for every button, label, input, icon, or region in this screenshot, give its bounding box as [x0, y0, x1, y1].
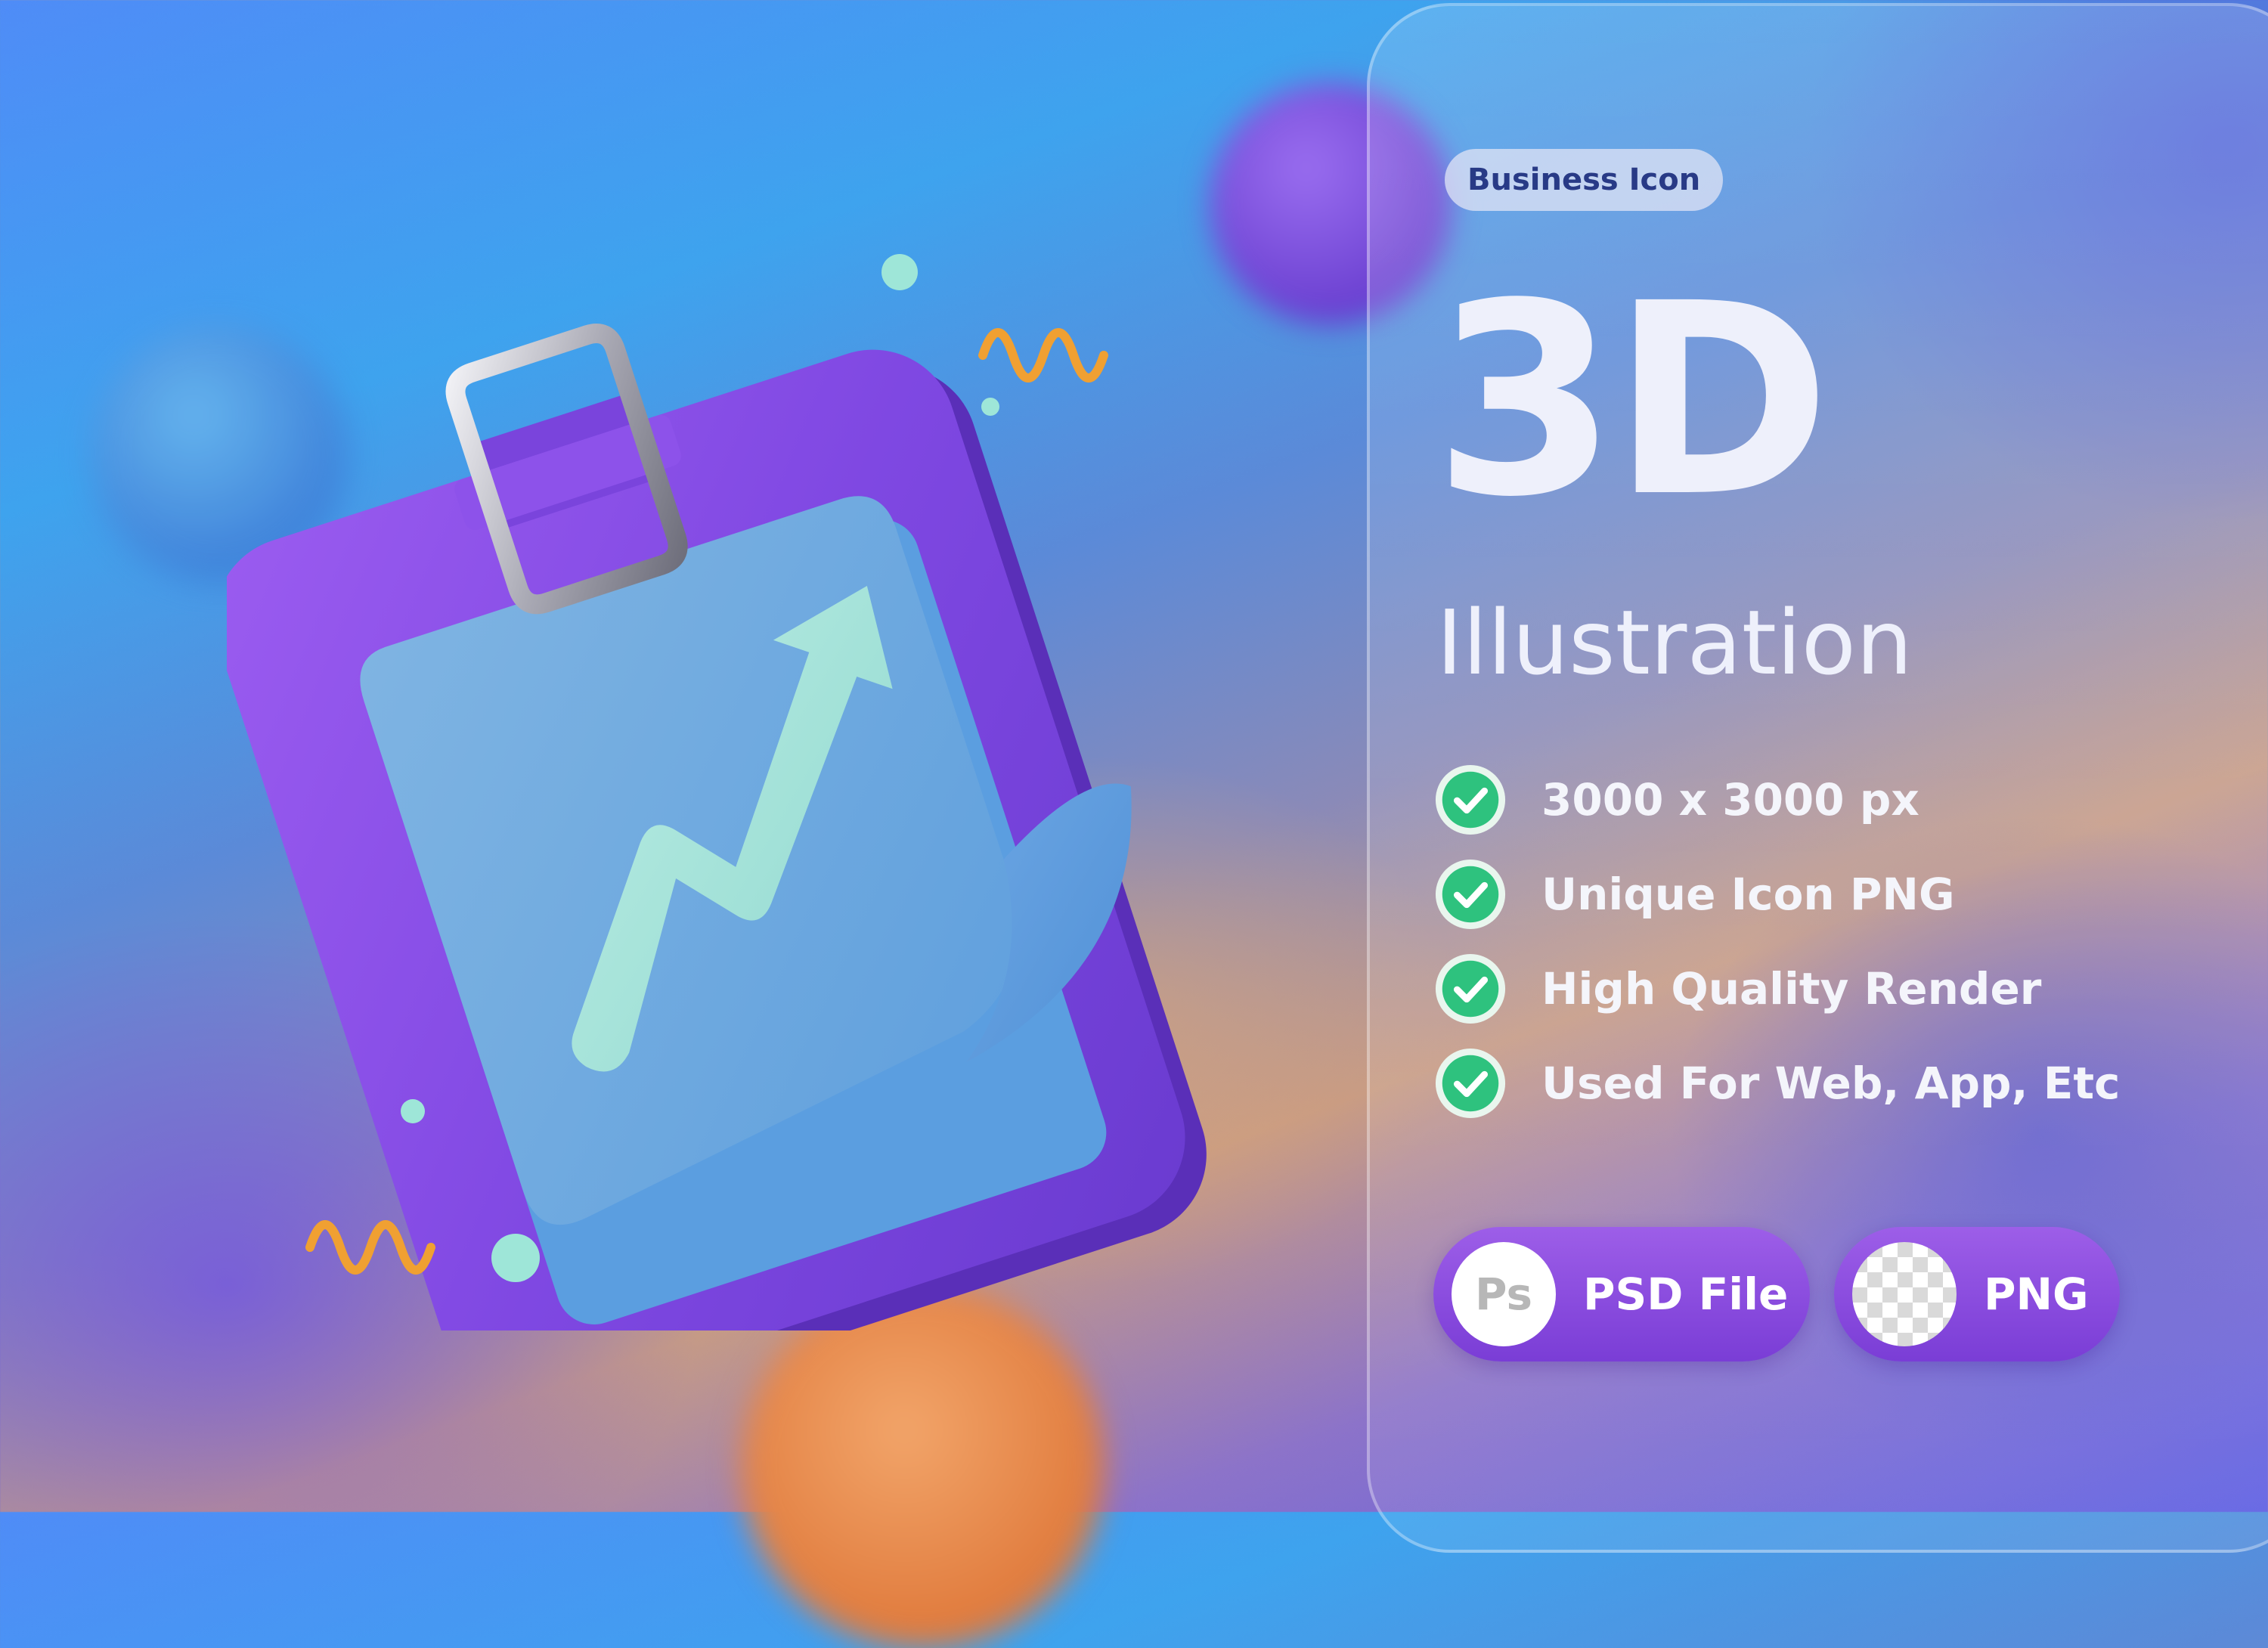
page-title: 3D [1433, 246, 1831, 555]
check-icon [1435, 953, 1506, 1024]
check-icon [1435, 859, 1506, 930]
photoshop-icon: Ps [1452, 1242, 1556, 1346]
dot-bottom-small [401, 1099, 425, 1123]
info-panel-content: Business Icon 3D Illustration 3000 x 300… [1433, 0, 2235, 1512]
decorative-sphere-orange [741, 1285, 1104, 1648]
dot-top-small [981, 398, 999, 416]
feature-list: 3000 x 3000 px Unique Icon PNG High Qual… [1433, 762, 2120, 1140]
feature-text: Unique Icon PNG [1541, 869, 1955, 920]
png-button[interactable]: PNG [1834, 1227, 2120, 1361]
check-icon [1435, 764, 1506, 835]
clipboard-chart-illustration [227, 254, 1207, 1330]
category-badge: Business Icon [1445, 149, 1724, 211]
page-subtitle: Illustration [1436, 590, 1913, 695]
feature-item: Unique Icon PNG [1433, 857, 2120, 932]
feature-text: Used For Web, App, Etc [1541, 1058, 2121, 1109]
psd-file-label: PSD File [1583, 1269, 1789, 1320]
feature-text: High Quality Render [1541, 963, 2042, 1015]
dot-bottom-large [491, 1234, 540, 1282]
feature-text: 3000 x 3000 px [1541, 774, 1919, 826]
dot-top-large [881, 254, 918, 290]
spring-top [978, 328, 1108, 383]
feature-item: High Quality Render [1433, 951, 2120, 1027]
psd-file-button[interactable]: Ps PSD File [1433, 1227, 1810, 1361]
png-label: PNG [1984, 1269, 2089, 1320]
transparency-icon [1852, 1242, 1957, 1346]
feature-item: Used For Web, App, Etc [1433, 1045, 2120, 1121]
check-icon [1435, 1048, 1506, 1119]
feature-item: 3000 x 3000 px [1433, 762, 2120, 838]
